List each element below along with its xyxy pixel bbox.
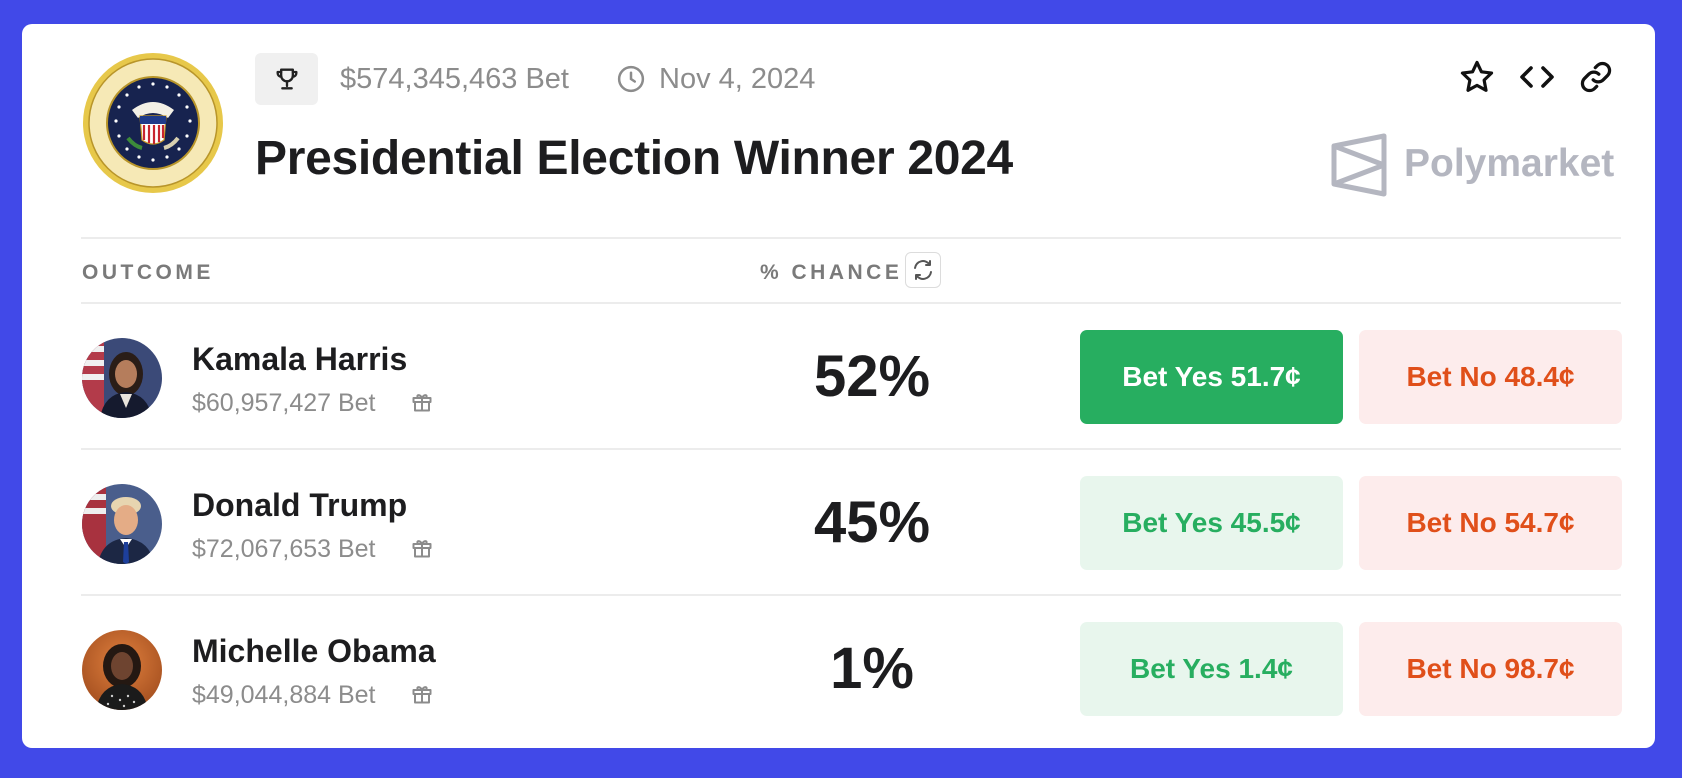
chance-value: 1% <box>830 636 914 701</box>
market-title: Presidential Election Winner 2024 <box>255 132 1013 185</box>
polymarket-logo-icon <box>1331 133 1387 197</box>
refresh-button[interactable] <box>905 252 941 288</box>
bet-yes-button[interactable]: Bet Yes 45.5¢ <box>1080 476 1343 570</box>
outcome-row: Donald Trump $72,067,653 Bet 45% Bet Yes… <box>22 450 1655 596</box>
total-volume: $574,345,463 Bet <box>340 63 569 95</box>
refresh-icon <box>914 260 932 280</box>
candidate-volume: $72,067,653 Bet <box>192 535 376 563</box>
chance-value: 52% <box>813 344 931 409</box>
link-icon[interactable] <box>1575 56 1617 98</box>
bet-no-button[interactable]: Bet No 48.4¢ <box>1359 330 1622 424</box>
gift-icon[interactable] <box>408 388 436 416</box>
bet-no-button[interactable]: Bet No 54.7¢ <box>1359 476 1622 570</box>
chance-value: 45% <box>813 490 931 555</box>
bet-no-button[interactable]: Bet No 98.7¢ <box>1359 622 1622 716</box>
gift-icon[interactable] <box>408 534 436 562</box>
avatar-kamala-harris <box>82 338 162 418</box>
presidential-seal-image <box>82 52 224 194</box>
candidate-name: Kamala Harris <box>192 341 408 377</box>
divider <box>81 237 1621 239</box>
trophy-icon <box>276 68 297 90</box>
gift-icon[interactable] <box>408 680 436 708</box>
outcome-row: Michelle Obama $49,044,884 Bet 1% Bet Ye… <box>22 596 1655 742</box>
code-icon[interactable] <box>1516 56 1558 98</box>
candidate-volume: $49,044,884 Bet <box>192 681 376 709</box>
bet-yes-button[interactable]: Bet Yes 1.4¢ <box>1080 622 1343 716</box>
outcome-row: Kamala Harris $60,957,427 Bet 52% Bet Ye… <box>22 304 1655 450</box>
end-date: Nov 4, 2024 <box>659 63 816 95</box>
trophy-icon-button[interactable] <box>255 53 318 105</box>
candidate-name: Donald Trump <box>192 487 408 523</box>
bet-yes-button[interactable]: Bet Yes 51.7¢ <box>1080 330 1343 424</box>
avatar-michelle-obama <box>82 630 162 710</box>
chance-column-header: % CHANCE <box>760 261 903 284</box>
clock-icon <box>617 65 645 93</box>
market-card: $574,345,463 Bet Nov 4, 2024 Presidentia… <box>22 24 1655 748</box>
polymarket-brand-name: Polymarket <box>1404 142 1615 185</box>
candidate-name: Michelle Obama <box>192 633 436 669</box>
outcome-column-header: OUTCOME <box>82 261 214 284</box>
avatar-donald-trump <box>82 484 162 564</box>
star-icon[interactable] <box>1456 56 1498 98</box>
candidate-volume: $60,957,427 Bet <box>192 389 376 417</box>
